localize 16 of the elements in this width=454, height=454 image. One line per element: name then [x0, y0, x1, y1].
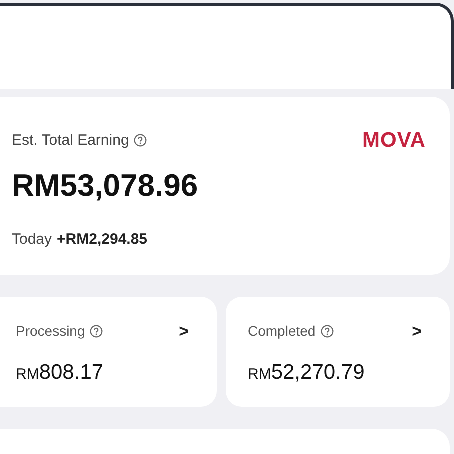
stat-card[interactable]: Completed > RM52,270.79 [226, 297, 450, 407]
stat-amount: RM52,270.79 [248, 360, 365, 386]
total-amount: RM53,078.96 [12, 166, 198, 204]
help-icon[interactable] [90, 325, 104, 338]
stat-label: Processing [16, 322, 86, 342]
help-icon[interactable] [320, 325, 334, 338]
today-amount: +RM2,294.85 [57, 230, 148, 250]
brand-logo: MOVA [362, 128, 426, 154]
stat-label: Completed [248, 322, 316, 342]
today-label: Today [12, 230, 52, 250]
stat-amount: RM808.17 [16, 360, 104, 386]
chevron-icon[interactable]: > [412, 319, 422, 344]
chevron-icon[interactable]: > [179, 319, 189, 344]
stat-card[interactable]: Processing > RM808.17 [0, 297, 217, 407]
help-icon[interactable] [134, 134, 148, 148]
earning-label: Est. Total Earning [12, 130, 130, 150]
